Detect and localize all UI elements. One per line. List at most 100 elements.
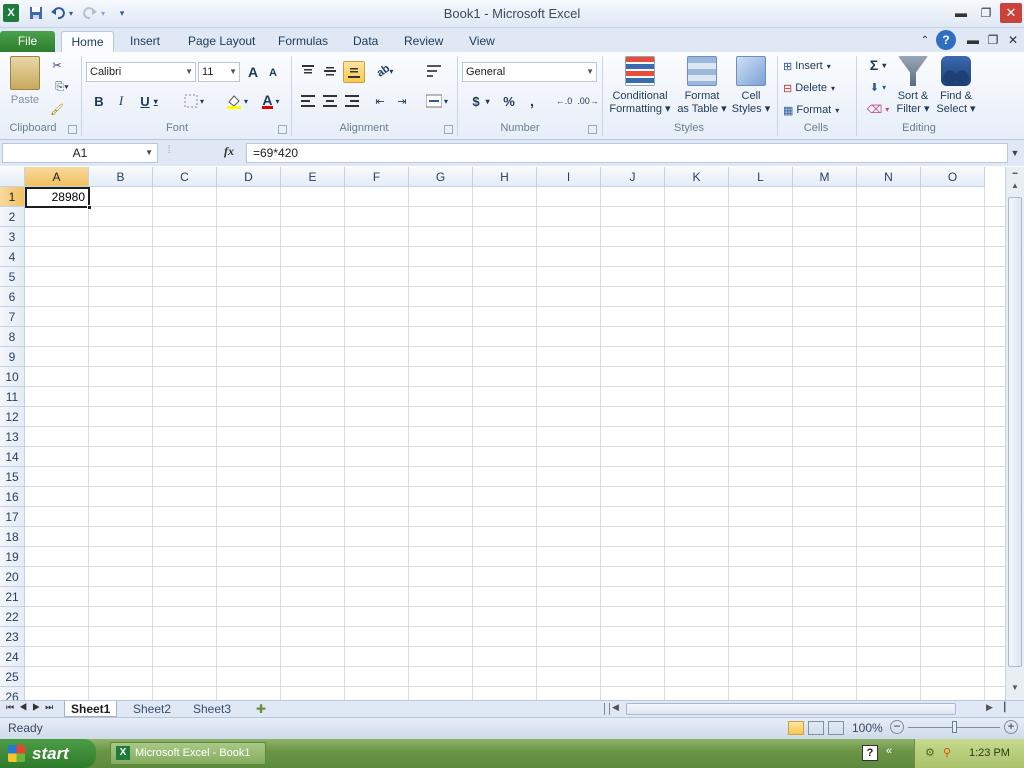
worksheet-grid[interactable]: ABCDEFGHIJKLMNO 1 2 3 4 5 6 7 8 9 10 11 12 13 14 15 16 1…	[0, 167, 1005, 700]
page-break-preview-icon[interactable]	[828, 721, 844, 735]
tab-view[interactable]: View	[461, 31, 503, 52]
sheet-tab-sheet1[interactable]: Sheet1	[64, 701, 118, 717]
column-header-b[interactable]: B	[89, 167, 153, 187]
horizontal-scroll-thumb[interactable]	[626, 703, 956, 715]
clear-button[interactable]: ⌫ ▾	[864, 100, 892, 118]
row-header-4[interactable]: 4	[0, 247, 25, 267]
split-box-icon[interactable]: ━	[1008, 169, 1022, 181]
workbook-minimize-icon[interactable]: ▬	[962, 30, 984, 50]
tab-page-layout[interactable]: Page Layout	[180, 31, 263, 52]
align-center-icon[interactable]	[321, 92, 339, 110]
alignment-launcher-icon[interactable]	[444, 125, 453, 134]
column-header-l[interactable]: L	[729, 167, 793, 187]
font-size-combo[interactable]: 11 ▼	[198, 62, 240, 82]
formula-input[interactable]: =69*420	[246, 143, 1008, 163]
show-hidden-icons[interactable]: «	[886, 745, 892, 757]
workbook-restore-icon[interactable]: ❐	[982, 30, 1004, 50]
row-header-7[interactable]: 7	[0, 307, 25, 327]
orientation-icon[interactable]: ab ▾	[372, 62, 398, 80]
shrink-font-button[interactable]: A	[266, 65, 280, 81]
cell-a1[interactable]: 28980	[25, 187, 90, 208]
underline-button[interactable]: U ▾	[135, 92, 163, 110]
column-header-i[interactable]: I	[537, 167, 601, 187]
fill-color-button[interactable]: ▾	[222, 92, 252, 110]
column-header-j[interactable]: J	[601, 167, 665, 187]
font-launcher-icon[interactable]	[278, 125, 287, 134]
font-name-combo[interactable]: Calibri ▼	[86, 62, 196, 82]
fill-handle[interactable]	[87, 205, 92, 210]
comma-button[interactable]: ,	[523, 92, 541, 110]
borders-button[interactable]: ▾	[178, 92, 210, 110]
tab-insert[interactable]: Insert	[122, 31, 168, 52]
paste-button[interactable]: Paste	[6, 56, 44, 107]
scroll-up-icon[interactable]: ▲	[1008, 181, 1022, 195]
row-header-24[interactable]: 24	[0, 647, 25, 667]
row-header-16[interactable]: 16	[0, 487, 25, 507]
help-icon[interactable]: ?	[936, 30, 956, 50]
column-header-d[interactable]: D	[217, 167, 281, 187]
format-painter-icon[interactable]: 🖌	[48, 100, 66, 118]
tab-data[interactable]: Data	[345, 31, 386, 52]
vertical-scroll-thumb[interactable]	[1008, 197, 1022, 667]
vertical-scrollbar[interactable]: ━ ▲ ▼	[1005, 167, 1024, 700]
restore-icon[interactable]: ❐	[975, 3, 997, 23]
row-header-8[interactable]: 8	[0, 327, 25, 347]
insert-sheet-icon[interactable]: ✚	[250, 701, 272, 717]
horizontal-split-box-icon[interactable]: ┃	[1002, 702, 1016, 713]
cut-icon[interactable]: ✂	[48, 56, 66, 74]
row-header-23[interactable]: 23	[0, 627, 25, 647]
row-header-13[interactable]: 13	[0, 427, 25, 447]
italic-button[interactable]: I	[112, 92, 130, 110]
row-header-3[interactable]: 3	[0, 227, 25, 247]
font-color-button[interactable]: A ▾	[256, 92, 286, 110]
row-header-12[interactable]: 12	[0, 407, 25, 427]
column-header-c[interactable]: C	[153, 167, 217, 187]
workbook-close-icon[interactable]: ✕	[1002, 30, 1024, 50]
clipboard-launcher-icon[interactable]	[68, 125, 77, 134]
row-header-19[interactable]: 19	[0, 547, 25, 567]
start-button[interactable]: start	[0, 739, 96, 768]
insert-cells-button[interactable]: ⊞ Insert ▾	[783, 57, 845, 75]
row-header-1[interactable]: 1	[0, 187, 25, 207]
help-tray-icon[interactable]: ?	[862, 745, 878, 761]
middle-align-icon[interactable]	[321, 62, 339, 80]
page-layout-view-icon[interactable]	[808, 721, 824, 735]
delete-cells-button[interactable]: ⊟ Delete ▾	[783, 79, 849, 97]
minimize-ribbon-icon[interactable]: ⌃	[914, 30, 936, 50]
find-select-button[interactable]: Find & Select ▾	[935, 56, 977, 116]
minimize-icon[interactable]: ▬	[950, 3, 972, 23]
zoom-slider-thumb[interactable]	[952, 721, 957, 733]
name-box[interactable]: A1 ▼	[2, 143, 158, 163]
column-header-g[interactable]: G	[409, 167, 473, 187]
row-header-17[interactable]: 17	[0, 507, 25, 527]
increase-indent-icon[interactable]: ⇥	[393, 92, 411, 110]
tab-review[interactable]: Review	[396, 31, 451, 52]
row-header-10[interactable]: 10	[0, 367, 25, 387]
search-tray-icon[interactable]: ⚲	[943, 739, 951, 768]
autosum-button[interactable]: Σ ▾	[864, 56, 892, 74]
sheet-tab-sheet3[interactable]: Sheet3	[187, 701, 237, 717]
fill-button[interactable]: ⬇ ▾	[864, 78, 892, 96]
copy-icon[interactable]: ⎘▾	[48, 78, 76, 96]
close-icon[interactable]: ✕	[1000, 3, 1022, 23]
row-header-11[interactable]: 11	[0, 387, 25, 407]
align-left-icon[interactable]	[299, 92, 317, 110]
grow-font-button[interactable]: A	[245, 63, 261, 81]
row-header-18[interactable]: 18	[0, 527, 25, 547]
expand-formula-bar-icon[interactable]: ▼	[1008, 144, 1022, 162]
row-header-6[interactable]: 6	[0, 287, 25, 307]
row-header-5[interactable]: 5	[0, 267, 25, 287]
column-header-e[interactable]: E	[281, 167, 345, 187]
sheet-nav-arrows-icon[interactable]: ⏮◀▶⏭	[6, 702, 58, 713]
taskbar-item-excel[interactable]: X Microsoft Excel - Book1	[110, 742, 266, 765]
tab-home[interactable]: Home	[61, 31, 114, 52]
row-header-21[interactable]: 21	[0, 587, 25, 607]
column-header-n[interactable]: N	[857, 167, 921, 187]
tab-file[interactable]: File	[0, 31, 55, 52]
column-header-k[interactable]: K	[665, 167, 729, 187]
scroll-right-icon[interactable]: ▶	[986, 702, 996, 713]
row-header-14[interactable]: 14	[0, 447, 25, 467]
normal-view-icon[interactable]	[788, 721, 804, 735]
sheet-tab-sheet2[interactable]: Sheet2	[127, 701, 177, 717]
tab-split-handle[interactable]	[604, 703, 610, 715]
